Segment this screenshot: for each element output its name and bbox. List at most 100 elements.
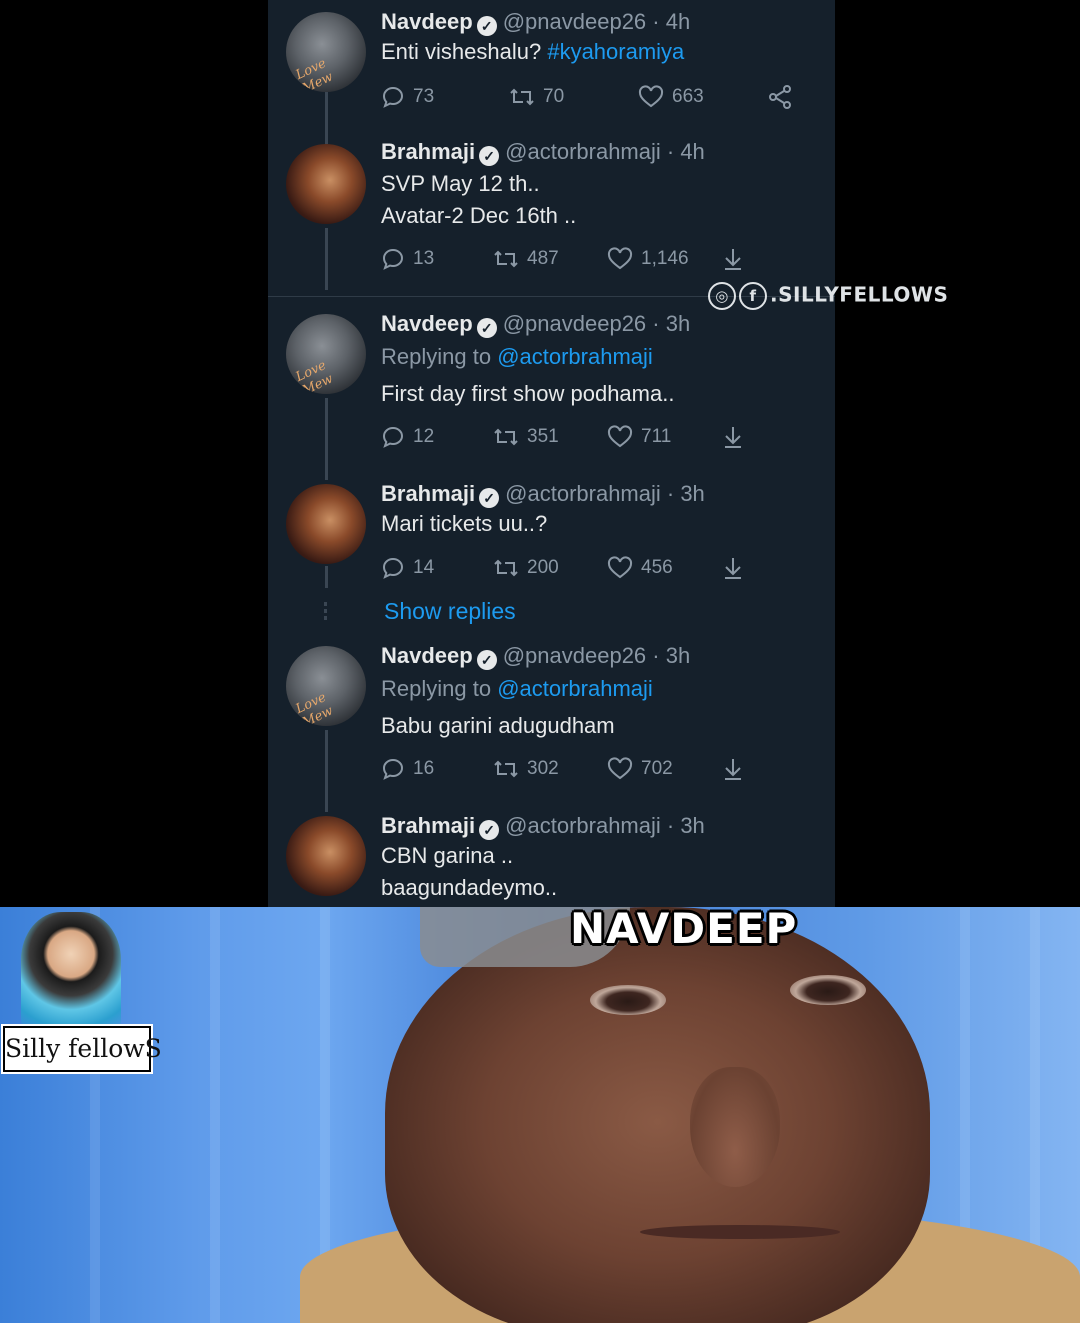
author-handle[interactable]: @pnavdeep26 · 4h [503, 9, 690, 34]
retweet-button[interactable]: 70 [509, 82, 564, 112]
like-button[interactable]: 663 [638, 82, 704, 112]
tweet-header: Navdeep ✓ @pnavdeep26 · 4h [381, 8, 690, 36]
retweet-icon [494, 760, 518, 778]
retweet-button[interactable]: 302 [493, 754, 559, 784]
like-button[interactable]: 456 [607, 553, 673, 583]
retweet-icon [510, 88, 534, 106]
reply-count: 14 [413, 557, 435, 578]
tweet-line: Avatar-2 Dec 16th .. [381, 203, 577, 228]
logo-text: Silly fellowS [3, 1026, 162, 1072]
tweet-line: baagundadeymo.. [381, 875, 558, 900]
mention-link[interactable]: @actorbrahmaji [497, 676, 653, 701]
avatar[interactable] [286, 816, 366, 896]
tweet-line: Enti visheshalu? [381, 39, 548, 64]
thread-line [325, 730, 328, 812]
reply-count: 13 [413, 248, 435, 269]
like-count: 711 [641, 426, 672, 447]
like-button[interactable]: 711 [607, 422, 671, 452]
author-handle[interactable]: @actorbrahmaji · 3h [505, 813, 705, 838]
replying-to: Replying to @actorbrahmaji [381, 344, 653, 370]
reply-button[interactable]: 73 [381, 82, 434, 112]
avatar[interactable] [286, 484, 366, 564]
download-icon [725, 758, 741, 780]
avatar-signature: Love Mew [293, 358, 336, 394]
tweet-text: Enti visheshalu? #kyahoramiya [381, 36, 684, 68]
verified-badge-icon: ✓ [479, 820, 500, 840]
avatar[interactable] [286, 144, 366, 224]
tweet-actions: 16 302 702 [381, 754, 801, 784]
instagram-icon: ◎ [708, 282, 736, 310]
tweet-line: Mari tickets uu..? [381, 511, 548, 536]
author-name[interactable]: Navdeep [381, 311, 473, 336]
tweet-line: SVP May 12 th.. [381, 171, 540, 196]
avatar[interactable]: Love Mew [286, 12, 366, 92]
left-eye [590, 985, 666, 1015]
author-handle[interactable]: @pnavdeep26 · 3h [503, 311, 690, 336]
tweet-actions: 13 487 1,146 [381, 244, 801, 274]
tweet-header: Brahmaji ✓ @actorbrahmaji · 3h [381, 812, 705, 840]
reply-button[interactable]: 16 [381, 754, 434, 784]
author-handle[interactable]: @actorbrahmaji · 3h [505, 481, 705, 506]
retweet-count: 351 [527, 426, 559, 447]
twitter-thread-screenshot: Love Mew Navdeep ✓ @pnavdeep26 · 4h Enti v… [268, 0, 835, 907]
reply-button[interactable]: 13 [381, 244, 434, 274]
retweet-button[interactable]: 351 [493, 422, 559, 452]
download-icon [725, 426, 741, 448]
reply-count: 73 [413, 86, 435, 107]
thread-line [325, 398, 328, 480]
author-name[interactable]: Brahmaji [381, 139, 475, 164]
avatar[interactable]: Love Mew [286, 314, 366, 394]
meme-caption: NAVDEEP [570, 904, 798, 953]
tweet-line: First day first show podhama.. [381, 381, 675, 406]
author-name[interactable]: Brahmaji [381, 481, 475, 506]
download-icon [725, 248, 741, 270]
show-replies-link[interactable]: Show replies [384, 598, 516, 625]
reply-icon [382, 557, 404, 579]
author-handle[interactable]: @actorbrahmaji · 4h [505, 139, 705, 164]
tweet-line: CBN garina .. [381, 843, 514, 868]
like-button[interactable]: 702 [607, 754, 673, 784]
author-handle[interactable]: @pnavdeep26 · 3h [503, 643, 690, 668]
verified-badge-icon: ✓ [479, 488, 500, 508]
thread-line [325, 228, 328, 290]
download-button[interactable] [721, 244, 753, 274]
like-count: 456 [641, 557, 673, 578]
face [385, 907, 930, 1323]
watermark: ◎ f .SILLYFELLOWS [708, 282, 948, 312]
replying-to-label: Replying to [381, 344, 498, 369]
verified-badge-icon: ✓ [476, 16, 497, 36]
heart-icon [607, 247, 633, 270]
hashtag-link[interactable]: #kyahoramiya [547, 39, 684, 64]
like-button[interactable]: 1,146 [607, 244, 689, 274]
download-button[interactable] [721, 422, 753, 452]
avatar[interactable]: Love Mew [286, 646, 366, 726]
retweet-count: 487 [527, 248, 559, 269]
replying-to-label: Replying to [381, 676, 498, 701]
reply-button[interactable]: 14 [381, 553, 434, 583]
author-name[interactable]: Navdeep [381, 643, 473, 668]
heart-icon [638, 85, 664, 108]
mention-link[interactable]: @actorbrahmaji [497, 344, 653, 369]
right-eye [790, 975, 866, 1005]
facebook-icon: f [739, 282, 767, 310]
tweet-actions: 12 351 711 [381, 422, 801, 452]
share-button[interactable] [767, 82, 801, 112]
download-button[interactable] [721, 754, 753, 784]
author-name[interactable]: Brahmaji [381, 813, 475, 838]
reply-button[interactable]: 12 [381, 422, 434, 452]
watermark-text: .SILLYFELLOWS [770, 282, 949, 307]
download-button[interactable] [721, 553, 753, 583]
reply-icon [382, 86, 404, 108]
avatar-signature: Love Mew [293, 56, 336, 92]
author-name[interactable]: Navdeep [381, 9, 473, 34]
retweet-count: 70 [543, 86, 565, 107]
heart-icon [607, 425, 633, 448]
verified-badge-icon: ✓ [476, 650, 497, 670]
like-count: 1,146 [641, 248, 689, 269]
tweet-line: Babu garini adugudham [381, 713, 615, 738]
retweet-icon [494, 559, 518, 577]
tweet-header: Brahmaji ✓ @actorbrahmaji · 3h [381, 480, 705, 508]
retweet-button[interactable]: 487 [493, 244, 559, 274]
retweet-button[interactable]: 200 [493, 553, 559, 583]
retweet-icon [494, 428, 518, 446]
